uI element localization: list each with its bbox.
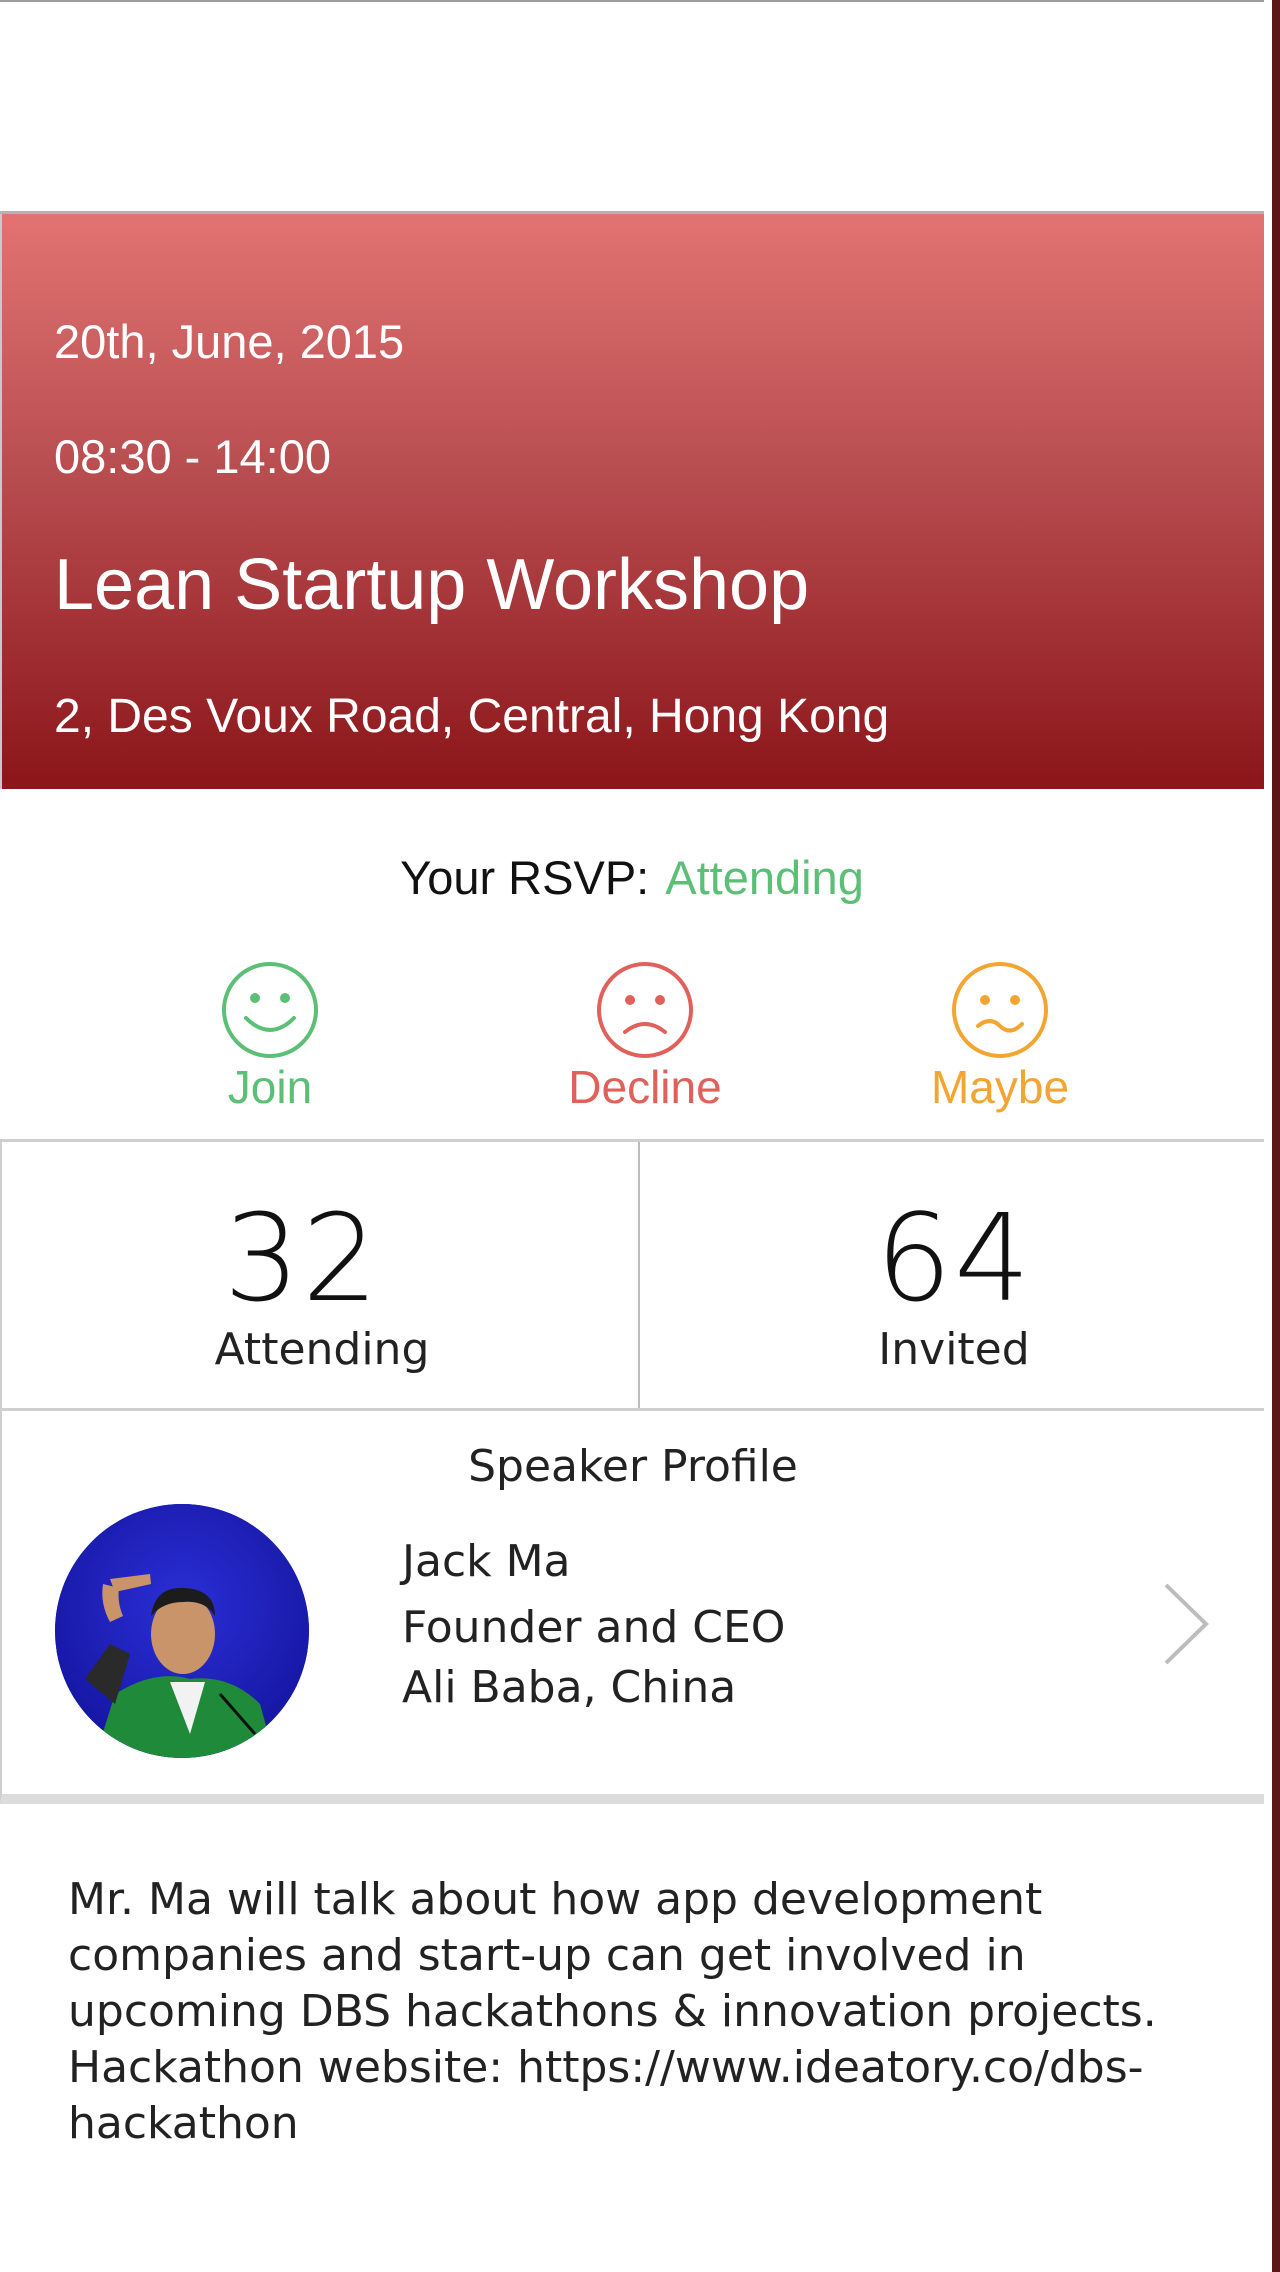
stats-divider xyxy=(638,1142,640,1408)
speaker-company: Ali Baba, China xyxy=(402,1662,737,1713)
rsvp-label: Your RSVP: xyxy=(400,851,650,904)
event-title: Lean Startup Workshop xyxy=(54,545,810,625)
maybe-label: Maybe xyxy=(930,1061,1070,1113)
speaker-role: Founder and CEO xyxy=(402,1602,786,1653)
decline-button[interactable]: Decline xyxy=(495,960,795,1114)
speaker-info: Jack Ma Founder and CEO Ali Baba, China xyxy=(402,1531,785,1718)
sad-face-icon xyxy=(597,962,693,1058)
join-label: Join xyxy=(227,1061,313,1113)
event-time: 08:30 - 14:00 xyxy=(54,430,331,483)
rsvp-status: Your RSVP: Attending xyxy=(0,850,1264,905)
invited-stat[interactable]: 64 Invited xyxy=(642,1142,1266,1408)
speaker-avatar xyxy=(55,1504,309,1758)
attending-label: Attending xyxy=(214,1324,430,1375)
unsure-face-icon xyxy=(952,962,1048,1058)
speaker-header: Speaker Profile xyxy=(468,1441,798,1492)
attendance-stats: 32 Attending 64 Invited xyxy=(0,1139,1264,1411)
happy-face-icon xyxy=(222,962,318,1058)
speaker-name: Jack Ma xyxy=(402,1536,571,1587)
event-date: 20th, June, 2015 xyxy=(54,315,405,368)
maybe-button[interactable]: Maybe xyxy=(850,960,1150,1114)
join-button[interactable]: Join xyxy=(120,960,420,1114)
rsvp-value: Attending xyxy=(665,851,864,904)
attending-count: 32 xyxy=(223,1190,381,1329)
decline-label: Decline xyxy=(568,1061,722,1113)
event-description: Mr. Ma will talk about how app developme… xyxy=(68,1874,1157,2149)
top-bar xyxy=(0,0,1264,214)
event-address: 2, Des Voux Road, Central, Hong Kong xyxy=(54,690,890,743)
speaker-profile[interactable]: Speaker Profile Jack Ma Founder and CEO … xyxy=(0,1411,1264,1804)
invited-count: 64 xyxy=(875,1190,1033,1329)
attending-stat[interactable]: 32 Attending xyxy=(2,1142,642,1408)
chevron-right-icon[interactable] xyxy=(1160,1581,1212,1667)
event-header: 20th, June, 2015 08:30 - 14:00 Lean Star… xyxy=(0,214,1264,789)
side-strip xyxy=(1272,0,1280,2272)
invited-label: Invited xyxy=(878,1324,1030,1375)
